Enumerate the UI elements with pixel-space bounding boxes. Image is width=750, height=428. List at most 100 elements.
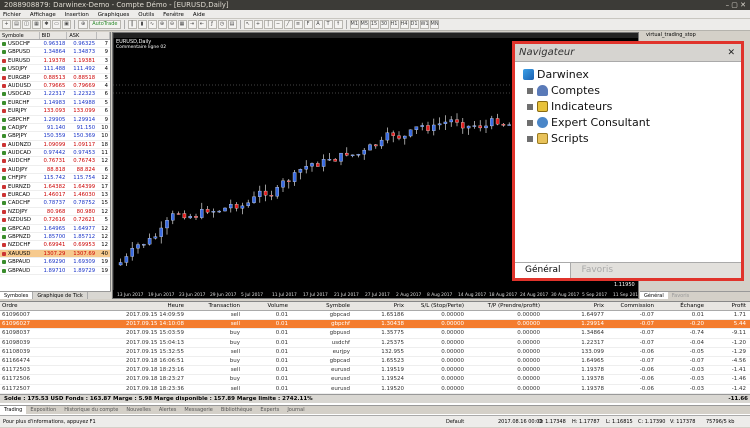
expand-icon[interactable] [527,119,533,126]
autoscroll-icon[interactable]: ⇥ [187,20,197,29]
market-watch-row[interactable]: AUDNZD 1.09099 1.09117 18 [0,141,110,150]
order-col-header[interactable]: Ordre [0,302,118,310]
vertical-line-icon[interactable]: │ [263,20,273,29]
market-watch-row[interactable]: AUDCAD 0.97442 0.97453 11 [0,149,110,158]
expand-icon[interactable] [527,103,533,110]
market-watch-row[interactable]: GBPAUD 1.89710 1.89729 19 [0,267,110,275]
order-col-header[interactable]: T/P (Prendre/profit) [466,302,542,310]
templates-icon[interactable]: ▤ [227,20,237,29]
m15-button[interactable]: 15 [369,20,379,29]
market-watch-row[interactable]: AUDCHF 0.76731 0.76743 12 [0,157,110,166]
terminal-tab[interactable]: Journal [283,406,308,414]
market-watch-row[interactable]: CADJPY 91.140 91.150 10 [0,124,110,133]
crosshair-icon[interactable]: + [253,20,263,29]
expand-icon[interactable] [527,135,533,142]
order-col-header[interactable]: Prix [352,302,406,310]
shift-icon[interactable]: ⇤ [197,20,207,29]
market-watch-row[interactable]: USDCAD 1.22317 1.22323 6 [0,90,110,99]
market-watch-row[interactable]: EURUSD 1.19378 1.19381 3 [0,57,110,66]
menu-affichage[interactable]: Affichage [30,12,56,18]
candle-chart-icon[interactable]: ▮ [137,20,147,29]
terminal-tab[interactable]: Trading [0,406,27,414]
col-ask-header[interactable]: ASK [67,32,98,39]
tree-item-expert-consultant[interactable]: Expert Consultant [527,116,650,129]
tab-favoris[interactable]: Favoris [571,263,623,278]
menu-outils[interactable]: Outils [138,12,154,18]
right-tab-favorites[interactable]: Favoris [668,292,694,299]
m1-button[interactable]: M1 [349,20,359,29]
horizontal-line-icon[interactable]: ─ [273,20,283,29]
window-controls[interactable]: – ▢ ✕ [726,0,746,10]
tab-symbols[interactable]: Symboles [0,292,34,299]
tab-tick-chart[interactable]: Graphique de Tick [33,292,88,299]
menu-fichier[interactable]: Fichier [3,12,21,18]
zoom-in-icon[interactable]: ⊕ [157,20,167,29]
market-watch-row[interactable]: NZDCHF 0.69941 0.69953 12 [0,241,110,250]
trendline-icon[interactable]: ╱ [283,20,293,29]
data-window-icon[interactable]: ▦ [32,20,41,29]
order-row[interactable]: 61166474 2017.09.18 16:06:51 buy 0.01 gbpcad… [0,357,750,367]
tree-item-scripts[interactable]: Scripts [527,132,589,145]
autotrade-button[interactable]: AutoTrade [89,20,121,29]
menu-aide[interactable]: Aide [193,12,205,18]
order-row[interactable]: 61096027 2017.09.15 14:10:08 sell 0.01 gbpch… [0,320,750,330]
market-watch-row[interactable]: XAUUSD 1307.29 1307.69 40 [0,249,110,259]
h1-button[interactable]: H1 [389,20,399,29]
order-row[interactable]: 61098037 2017.09.15 15:03:59 buy 0.01 gbpusd… [0,329,750,339]
menu-fenetre[interactable]: Fenêtre [163,12,184,18]
order-col-header[interactable]: Volume [242,302,290,310]
tester-icon[interactable]: ▣ [62,20,71,29]
bar-chart-icon[interactable]: ┃ [127,20,137,29]
order-row[interactable]: 61172506 2017.09.18 18:23:27 buy 0.01 eurusd… [0,375,750,385]
market-watch-row[interactable]: USDJPY 111.488 111.492 4 [0,65,110,74]
tab-general[interactable]: Général [515,263,572,278]
market-watch-row[interactable]: GBPJPY 150.359 150.369 10 [0,132,110,141]
channel-icon[interactable]: ≡ [293,20,303,29]
right-tab-general[interactable]: Général [640,292,668,299]
m5-button[interactable]: M5 [359,20,369,29]
tile-icon[interactable]: ▦ [177,20,187,29]
text-icon[interactable]: A [313,20,323,29]
order-col-header[interactable]: Prix [542,302,606,310]
market-watch-row[interactable]: GBPCAD 1.64965 1.64977 12 [0,225,110,233]
new-order-button[interactable]: ⊕ [78,20,89,29]
indicators-icon[interactable]: ƒ [207,20,217,29]
order-col-header[interactable]: Heure [118,302,186,310]
label-icon[interactable]: T [323,20,333,29]
terminal-tab[interactable]: Exposition [26,406,60,414]
order-col-header[interactable]: S/L (Stop/Perte) [406,302,466,310]
profiles-icon[interactable]: ▤ [12,20,21,29]
market-watch-row[interactable]: AUDUSD 0.79665 0.79669 4 [0,82,110,91]
order-col-header[interactable]: Commission [606,302,656,310]
market-watch-row[interactable]: NZDJPY 80.968 80.980 12 [0,208,110,217]
order-col-header[interactable]: Symbole [290,302,352,310]
mn-button[interactable]: MN [429,20,439,29]
expand-icon[interactable] [527,87,533,94]
col-spread-header[interactable] [97,32,111,39]
market-watch-icon[interactable]: ◫ [22,20,31,29]
zoom-out-icon[interactable]: ⊖ [167,20,177,29]
order-col-header[interactable]: Transaction [186,302,242,310]
terminal-tab[interactable]: Experts [256,406,283,414]
terminal-tab[interactable]: Messagerie [180,406,216,414]
order-row[interactable]: 61172503 2017.09.18 18:23:16 sell 0.01 eurus… [0,366,750,376]
market-watch-row[interactable]: EURJPY 133.093 133.099 6 [0,107,110,116]
tree-item-indicateurs[interactable]: Indicateurs [527,100,612,113]
market-watch-row[interactable]: NZDUSD 0.72616 0.72621 5 [0,216,110,225]
new-chart-icon[interactable]: + [2,20,11,29]
market-watch-row[interactable]: USDCHF 0.96318 0.96325 7 [0,40,110,49]
tree-item-comptes[interactable]: Comptes [527,84,600,97]
market-watch-row[interactable]: CADCHF 0.78737 0.78752 15 [0,199,110,208]
h4-button[interactable]: H4 [399,20,409,29]
col-symbol-header[interactable]: Symbole [0,32,40,39]
market-watch-row[interactable]: GBPNZD 1.85700 1.85712 12 [0,233,110,242]
terminal-tab[interactable]: Alertes [155,406,181,414]
tree-root-darwinex[interactable]: Darwinex [523,68,589,81]
terminal-tab[interactable]: Historique du compte [60,406,122,414]
order-row[interactable]: 61172507 2017.09.18 18:23:36 sell 0.01 eurus… [0,385,750,394]
order-row[interactable]: 61108039 2017.09.15 15:32:55 sell 0.01 eurjp… [0,348,750,357]
menu-insertion[interactable]: Insertion [65,12,89,18]
terminal-tab[interactable]: Nouvelles [122,406,154,414]
order-col-header[interactable]: Échange [656,302,706,310]
market-watch-row[interactable]: GBPCHF 1.29905 1.29914 9 [0,116,110,124]
